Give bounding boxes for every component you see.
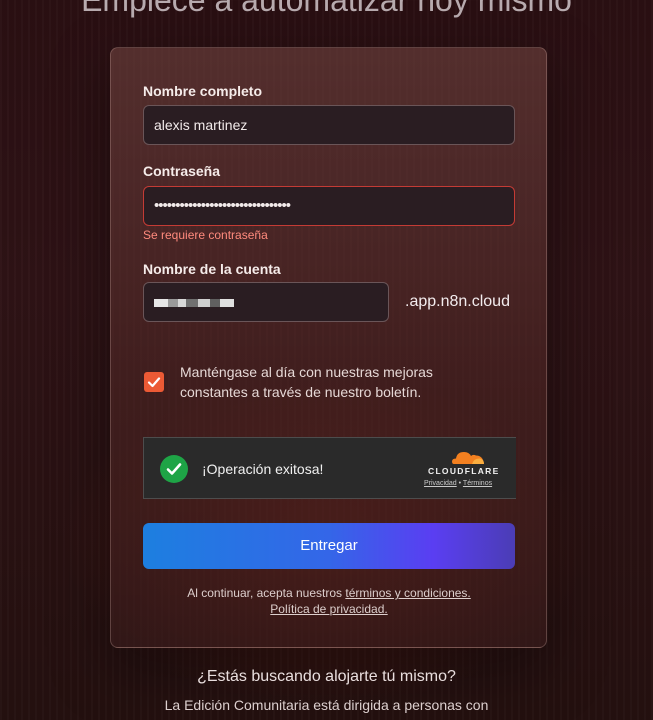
captcha-link-separator: • [458, 480, 462, 487]
check-icon [147, 377, 161, 388]
redacted-text-part [168, 299, 178, 308]
account-name-input[interactable] [143, 282, 389, 322]
captcha-privacy-link[interactable]: Privacidad [424, 480, 457, 487]
password-label: Contraseña [143, 163, 221, 179]
privacy-link[interactable]: Política de privacidad. [270, 602, 387, 616]
legal-notice: Al continuar, acepta nuestros términos y… [143, 585, 515, 617]
captcha-widget[interactable]: ¡Operación exitosa! CLOUDFLARE Privacida… [143, 437, 516, 499]
account-domain-suffix: .app.n8n.cloud [405, 293, 510, 310]
password-error-text: Se requiere contraseña [143, 228, 268, 242]
terms-link[interactable]: términos y condiciones. [345, 586, 470, 600]
password-input[interactable]: •••••••••••••••••••••••••••••••• [143, 186, 515, 226]
captcha-terms-link[interactable]: Términos [463, 480, 492, 487]
selfhost-heading: ¿Estás buscando alojarte tú mismo? [197, 668, 456, 685]
full-name-input[interactable]: alexis martinez [143, 105, 515, 145]
cloudflare-cloud-icon [452, 452, 484, 464]
redacted-text [154, 299, 168, 308]
newsletter-label[interactable]: Manténgase al día con nuestras mejoras c… [180, 362, 500, 402]
captcha-status-text: ¡Operación exitosa! [202, 461, 324, 477]
submit-button[interactable]: Entregar [143, 523, 515, 569]
captcha-links: Privacidad • Términos [424, 480, 492, 487]
legal-prefix: Al continuar, acepta nuestros [187, 586, 343, 600]
redacted-text-part [178, 299, 186, 308]
redacted-text-part [186, 299, 198, 308]
redacted-text-part [220, 299, 234, 308]
selfhost-description: La Edición Comunitaria está dirigida a p… [164, 697, 489, 713]
success-check-icon [160, 455, 188, 483]
newsletter-checkbox[interactable] [144, 372, 164, 392]
cloudflare-wordmark: CLOUDFLARE [428, 466, 500, 476]
full-name-label: Nombre completo [143, 83, 263, 99]
account-name-label: Nombre de la cuenta [143, 261, 281, 277]
page-headline: Empiece a automatizar hoy mismo [81, 0, 572, 18]
redacted-text-part [198, 299, 210, 308]
redacted-text-part [210, 299, 220, 308]
